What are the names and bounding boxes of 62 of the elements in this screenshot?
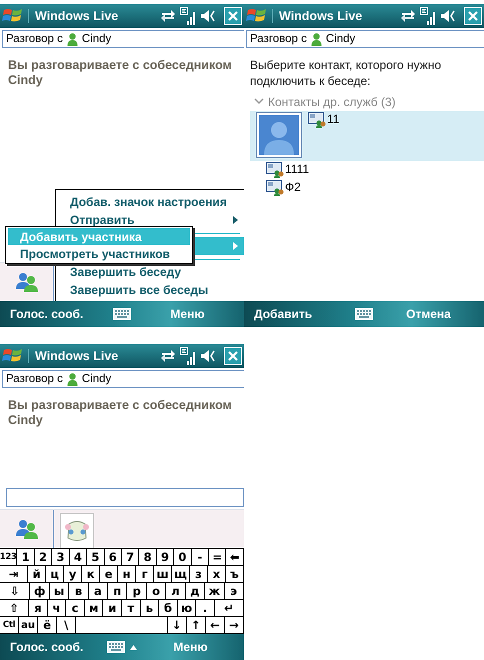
contact-name: Cindy xyxy=(82,33,112,45)
contact-item[interactable]: 11 xyxy=(250,111,484,161)
connection-arrows-icon[interactable] xyxy=(400,9,416,23)
emoticon-tab[interactable] xyxy=(60,513,94,548)
softkey[interactable]: Отмена xyxy=(402,305,455,323)
contact-card-icon xyxy=(266,162,284,178)
signal-icon[interactable] xyxy=(180,347,196,365)
contact-name: Cindy xyxy=(326,33,356,45)
close-button[interactable] xyxy=(224,347,242,365)
softkey[interactable]: Меню xyxy=(166,305,209,323)
instruction-text: Выберите контакт, которого нужно подключить к беседе: xyxy=(249,57,442,89)
connection-arrows-icon[interactable] xyxy=(160,349,176,363)
keyboard-key[interactable]: ш xyxy=(154,566,172,582)
menu-item[interactable]: Отправить xyxy=(56,211,244,229)
window-title: Windows Live xyxy=(272,9,396,23)
contacts-icon xyxy=(14,272,38,292)
avatar-icon xyxy=(256,112,302,158)
menu-item[interactable]: Завершить все беседы xyxy=(56,281,244,299)
softkey[interactable]: Добавить xyxy=(250,305,316,323)
up-triangle-icon[interactable] xyxy=(130,644,137,650)
signal-icon[interactable] xyxy=(180,7,196,25)
softkey[interactable]: Меню xyxy=(169,638,212,656)
emoticon-icon xyxy=(64,518,90,544)
menu-item[interactable]: Просмотреть участников xyxy=(8,245,190,262)
keyboard-key[interactable]: au xyxy=(19,617,38,633)
keyboard-icon[interactable] xyxy=(107,641,125,653)
close-icon xyxy=(226,9,240,23)
close-button[interactable] xyxy=(224,7,242,25)
contact-item[interactable]: Ф2 xyxy=(244,179,484,197)
close-icon xyxy=(466,9,480,23)
message-input[interactable] xyxy=(6,488,244,507)
contact-item[interactable]: 1111 xyxy=(244,161,484,179)
keyboard-key[interactable]: Ctl xyxy=(0,617,20,633)
window-title: Windows Live xyxy=(28,349,156,363)
menu-item[interactable]: Добав. значок настроения xyxy=(56,193,244,211)
person-icon xyxy=(310,32,322,46)
keyboard-icon[interactable] xyxy=(113,308,131,320)
speaker-icon[interactable] xyxy=(200,349,216,363)
speaker-icon[interactable] xyxy=(200,9,216,23)
menu-item[interactable]: Завершить беседу xyxy=(56,263,244,281)
close-button[interactable] xyxy=(464,7,482,25)
close-icon xyxy=(226,349,240,363)
conversation-label: Разговор с xyxy=(6,373,63,385)
conversation-label: Разговор с xyxy=(250,33,307,45)
connection-arrows-icon[interactable] xyxy=(160,9,176,23)
keyboard-key[interactable]: 123 xyxy=(0,549,18,565)
conversation-label: Разговор с xyxy=(6,33,63,45)
contact-name: Cindy xyxy=(82,373,112,385)
status-message: Вы разговариваете с собеседником Cindy xyxy=(7,57,233,88)
person-icon xyxy=(66,32,78,46)
contacts-icon xyxy=(14,519,38,539)
softkey[interactable]: Голос. сооб. xyxy=(6,638,88,656)
speaker-icon[interactable] xyxy=(440,9,456,23)
person-icon xyxy=(66,372,78,386)
signal-icon[interactable] xyxy=(420,7,436,25)
contact-card-icon xyxy=(308,112,326,128)
keyboard-icon[interactable] xyxy=(355,308,373,320)
keyboard-key[interactable]: щ xyxy=(172,566,190,582)
window-title: Windows Live xyxy=(28,9,156,23)
status-message: Вы разговариваете с собеседником Cindy xyxy=(7,397,233,428)
contact-card-icon xyxy=(266,180,284,196)
softkey[interactable]: Голос. сооб. xyxy=(6,305,88,323)
